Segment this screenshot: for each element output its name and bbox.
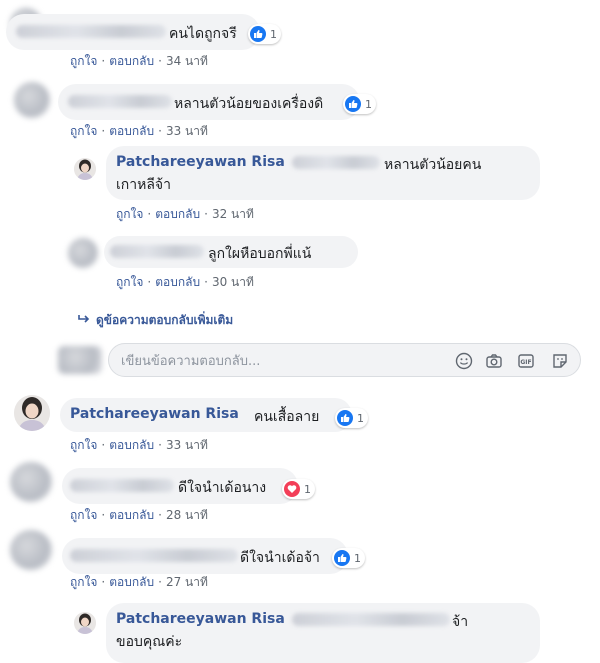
- reply-link[interactable]: ตอบกลับ: [109, 124, 154, 138]
- love-icon: [284, 481, 300, 497]
- blurred-text: [292, 613, 450, 626]
- timestamp[interactable]: 30 นาที: [212, 275, 254, 289]
- timestamp[interactable]: 27 นาที: [166, 575, 208, 589]
- comment-text-line2: ขอบคุณค่ะ: [116, 634, 183, 650]
- comment-text: คนเสื้อลาย: [254, 409, 320, 425]
- camera-icon[interactable]: [485, 352, 503, 370]
- comment-bubble: Patchareeyawan Risa จ้า ขอบคุณค่ะ: [106, 603, 540, 663]
- reaction-badge[interactable]: 1: [282, 479, 315, 499]
- avatar[interactable]: [10, 530, 52, 570]
- comment-bubble: ดีใจนำเด้อนาง: [62, 468, 298, 504]
- like-icon: [345, 96, 361, 112]
- reply-input-box: GIF: [108, 343, 581, 377]
- comment-actions: ถูกใจ · ตอบกลับ · 28 นาที: [70, 508, 208, 522]
- emoji-icon[interactable]: [455, 352, 473, 370]
- like-link[interactable]: ถูกใจ: [70, 438, 97, 452]
- like-link[interactable]: ถูกใจ: [70, 124, 97, 138]
- timestamp[interactable]: 34 นาที: [166, 54, 208, 68]
- avatar[interactable]: [14, 395, 50, 431]
- reaction-count: 1: [354, 551, 361, 565]
- comment-text-line2: เกาหลีจ้า: [116, 177, 171, 193]
- timestamp[interactable]: 33 นาที: [166, 438, 208, 452]
- like-icon: [337, 410, 353, 426]
- like-link[interactable]: ถูกใจ: [70, 54, 97, 68]
- comment-text: คนไดถูกจรี: [169, 26, 237, 42]
- gif-icon[interactable]: GIF: [517, 352, 535, 370]
- like-icon: [334, 550, 350, 566]
- reaction-badge[interactable]: 1: [343, 94, 376, 114]
- comment-bubble: หลานตัวน้อยของเครื่องดิ: [58, 84, 360, 120]
- comment-actions: ถูกใจ · ตอบกลับ · 30 นาที: [116, 275, 254, 289]
- comment-actions: ถูกใจ · ตอบกลับ · 32 นาที: [116, 207, 254, 221]
- comment-actions: ถูกใจ · ตอบกลับ · 33 นาที: [70, 124, 208, 138]
- avatar[interactable]: [74, 158, 96, 180]
- timestamp[interactable]: 33 นาที: [166, 124, 208, 138]
- more-replies-label: ดูข้อความตอบกลับเพิ่มเติม: [96, 313, 234, 327]
- reaction-count: 1: [365, 97, 372, 111]
- comment-actions: ถูกใจ · ตอบกลับ · 33 นาที: [70, 438, 208, 452]
- comment-bubble: Patchareeyawan Risa หลานตัวน้อยคน เกาหลี…: [106, 146, 540, 200]
- reply-link[interactable]: ตอบกลับ: [109, 575, 154, 589]
- like-link[interactable]: ถูกใจ: [70, 575, 97, 589]
- like-icon: [250, 26, 266, 42]
- reply-link[interactable]: ตอบกลับ: [109, 508, 154, 522]
- avatar[interactable]: [58, 346, 102, 374]
- commenter-name[interactable]: Patchareeyawan Risa: [116, 154, 285, 170]
- reaction-badge[interactable]: 1: [335, 408, 368, 428]
- blurred-text: [292, 156, 380, 169]
- avatar[interactable]: [74, 612, 96, 634]
- reply-link[interactable]: ตอบกลับ: [155, 207, 200, 221]
- comment-actions: ถูกใจ · ตอบกลับ · 34 นาที: [70, 54, 208, 68]
- blurred-name: [70, 479, 174, 492]
- like-link[interactable]: ถูกใจ: [70, 508, 97, 522]
- reply-link[interactable]: ตอบกลับ: [155, 275, 200, 289]
- comment-text: หลานตัวน้อยของเครื่องดิ: [174, 96, 324, 112]
- comment-bubble: ดีใจนำเด้อจ้า: [62, 538, 348, 574]
- comment-text: ลูกใผหือบอกพี่แน้: [208, 246, 312, 262]
- reply-link[interactable]: ตอบกลับ: [109, 54, 154, 68]
- timestamp[interactable]: 28 นาที: [166, 508, 208, 522]
- avatar[interactable]: [14, 82, 50, 118]
- reply-arrow-icon: [78, 313, 96, 327]
- reaction-count: 1: [304, 482, 311, 496]
- blurred-name: [68, 95, 172, 108]
- comment-text: หลานตัวน้อยคน: [384, 157, 482, 173]
- like-link[interactable]: ถูกใจ: [116, 275, 143, 289]
- avatar[interactable]: [10, 462, 52, 502]
- sticker-icon[interactable]: [551, 352, 569, 370]
- svg-text:GIF: GIF: [520, 359, 531, 366]
- blurred-name: [16, 25, 166, 38]
- reaction-badge[interactable]: 1: [332, 548, 365, 568]
- reaction-badge[interactable]: 1: [248, 24, 281, 44]
- avatar[interactable]: [68, 238, 98, 268]
- comment-text: ดีใจนำเด้อจ้า: [240, 550, 320, 566]
- reaction-count: 1: [270, 27, 277, 41]
- comment-bubble: Patchareeyawan Risa คนเสื้อลาย: [60, 398, 352, 432]
- reply-input[interactable]: [119, 350, 443, 372]
- commenter-name[interactable]: Patchareeyawan Risa: [116, 611, 285, 627]
- more-replies-link[interactable]: ดูข้อความตอบกลับเพิ่มเติม: [78, 311, 233, 330]
- blurred-name: [110, 245, 204, 258]
- timestamp[interactable]: 32 นาที: [212, 207, 254, 221]
- comment-bubble: ลูกใผหือบอกพี่แน้: [104, 236, 358, 268]
- blurred-name: [70, 549, 238, 562]
- comment-text: จ้า: [452, 614, 469, 630]
- comment-text: ดีใจนำเด้อนาง: [178, 480, 267, 496]
- reply-link[interactable]: ตอบกลับ: [109, 438, 154, 452]
- commenter-name[interactable]: Patchareeyawan Risa: [70, 406, 239, 422]
- like-link[interactable]: ถูกใจ: [116, 207, 143, 221]
- comment-bubble: คนไดถูกจรี: [6, 14, 260, 50]
- reaction-count: 1: [357, 411, 364, 425]
- comment-actions: ถูกใจ · ตอบกลับ · 27 นาที: [70, 575, 208, 589]
